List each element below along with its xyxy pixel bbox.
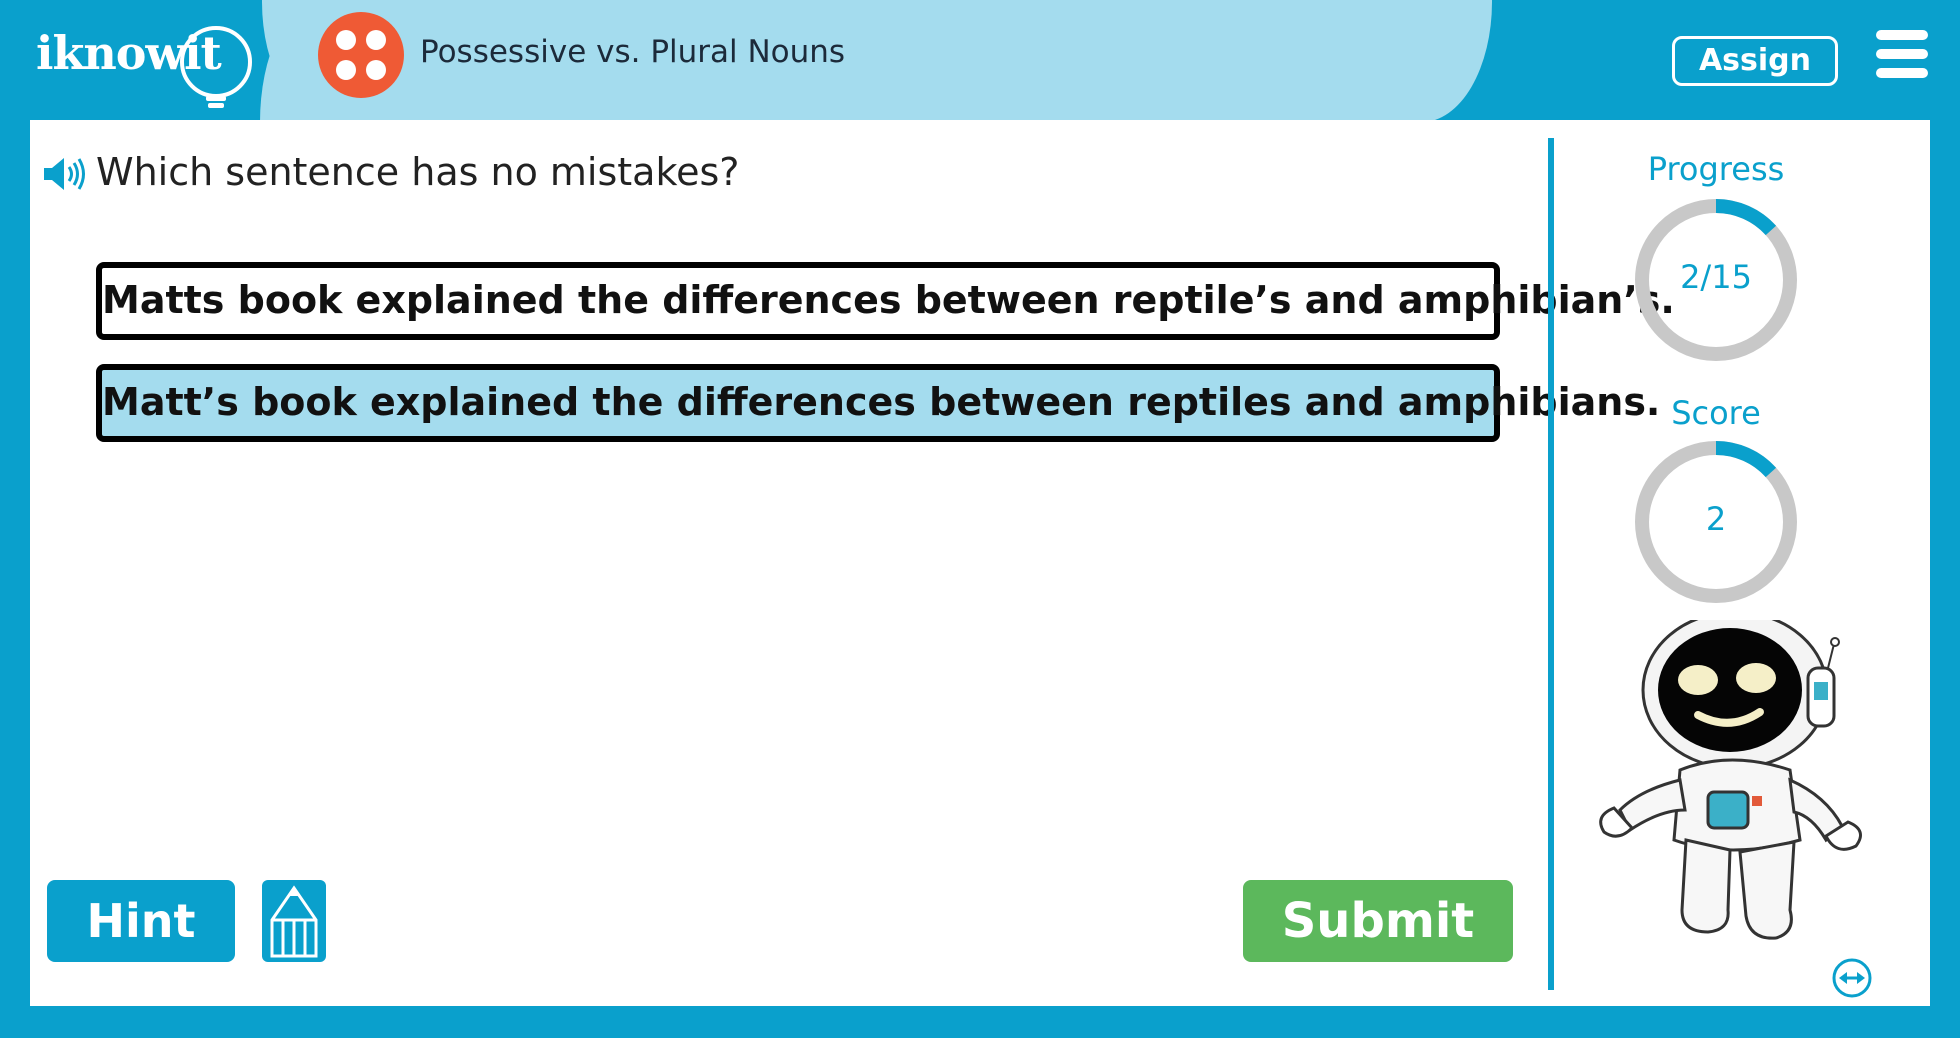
- topic-dots-icon: [318, 12, 404, 98]
- answer-choice-1[interactable]: Matts book explained the differences bet…: [96, 262, 1675, 340]
- score-value: 2: [1705, 500, 1727, 538]
- answer-choice-2[interactable]: Matt’s book explained the differences be…: [96, 364, 1660, 442]
- speaker-icon[interactable]: [42, 154, 88, 194]
- main-panel: Which sentence has no mistakes? Matts bo…: [30, 120, 1930, 1006]
- pencil-icon[interactable]: [262, 880, 326, 962]
- astronaut-mascot: [1599, 620, 1862, 940]
- hamburger-menu-icon[interactable]: [1876, 30, 1928, 78]
- progress-value: 2/15: [1680, 258, 1752, 296]
- top-bar: iknowit Possessive vs. Plural Nouns Assi…: [0, 0, 1960, 122]
- assign-button[interactable]: Assign: [1672, 36, 1838, 86]
- hint-button[interactable]: Hint: [47, 880, 235, 962]
- expand-arrows-icon[interactable]: [1830, 956, 1874, 1000]
- question-prompt: Which sentence has no mistakes?: [96, 150, 740, 194]
- iknowit-logo[interactable]: iknowit: [36, 22, 252, 108]
- progress-label: Progress: [1647, 150, 1785, 188]
- lightbulb-icon: [180, 26, 252, 108]
- topic-title: Possessive vs. Plural Nouns: [420, 34, 846, 70]
- submit-button[interactable]: Submit: [1243, 880, 1513, 962]
- score-label: Score: [1671, 394, 1761, 432]
- panel-divider: [1548, 138, 1554, 990]
